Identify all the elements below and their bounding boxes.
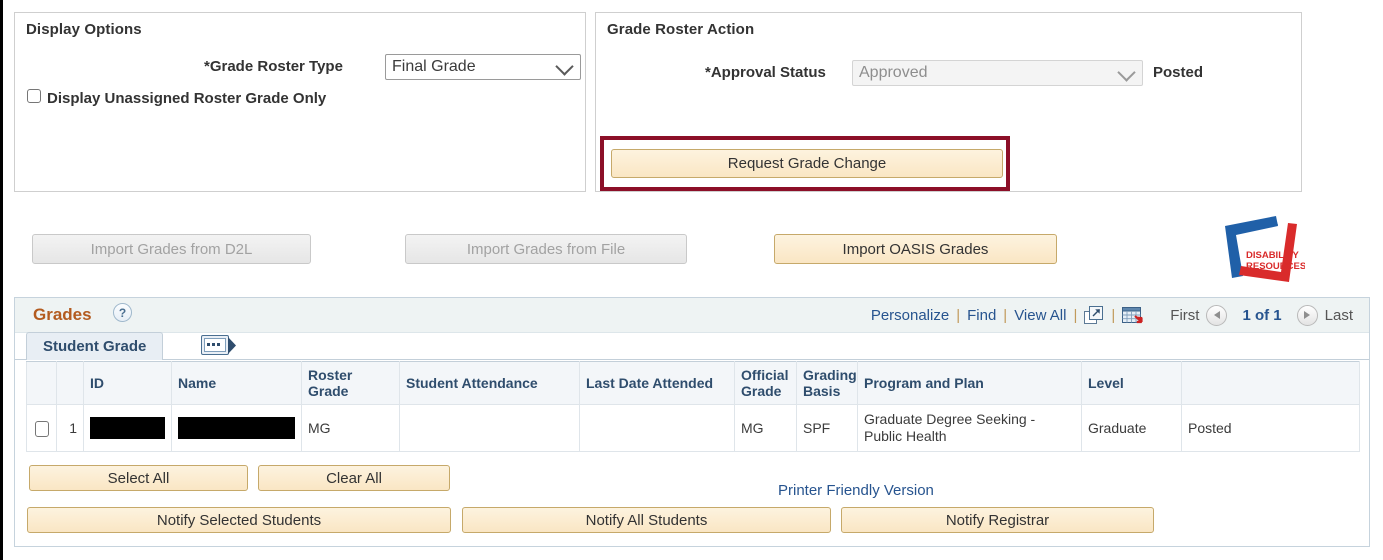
printer-friendly-version-link[interactable]: Printer Friendly Version (778, 482, 934, 499)
show-next-tab-icon[interactable] (201, 335, 237, 356)
first-label[interactable]: First (1170, 307, 1199, 324)
link-separator: | (1073, 306, 1078, 324)
approval-status-select[interactable]: Approved (852, 60, 1143, 86)
row-official-grade: MG (734, 404, 797, 452)
col-select (26, 360, 57, 406)
grades-panel-header: Grades Personalize | Find | View All | | (15, 298, 1369, 333)
display-options-title: Display Options (26, 21, 142, 38)
row-program-and-plan: Graduate Degree Seeking - Public Health (857, 404, 1082, 452)
row-name (171, 404, 302, 452)
approval-status-label: *Approval Status (705, 64, 826, 81)
row-status: Posted (1181, 404, 1360, 452)
import-grades-d2l-button[interactable]: Import Grades from D2L (32, 234, 311, 264)
page-count: 1 of 1 (1242, 306, 1282, 324)
import-grades-file-button[interactable]: Import Grades from File (405, 234, 687, 264)
col-official-grade: Official Grade (734, 360, 797, 406)
col-level: Level (1081, 360, 1182, 406)
import-oasis-grades-button[interactable]: Import OASIS Grades (774, 234, 1057, 264)
approval-status-select-control[interactable] (852, 60, 1143, 86)
link-separator: | (1003, 306, 1008, 324)
request-grade-change-button[interactable]: Request Grade Change (611, 149, 1003, 178)
col-program-and-plan: Program and Plan (857, 360, 1082, 406)
col-id: ID (83, 360, 172, 406)
row-grading-basis: SPF (796, 404, 858, 452)
row-last-date-attended (579, 404, 735, 452)
grade-roster-page: Display Options *Grade Roster Type Final… (3, 0, 1383, 560)
tab-student-grade[interactable]: Student Grade (26, 332, 164, 360)
logo-line1: DISABILITY (1246, 250, 1299, 261)
grades-tab-row: Student Grade (15, 332, 1369, 360)
personalize-link[interactable]: Personalize (871, 307, 949, 324)
table-row: 1 MG MG SPF Graduate Degree Seeking - Pu… (26, 404, 1360, 452)
grade-roster-type-select-control[interactable] (385, 54, 581, 80)
col-name: Name (171, 360, 302, 406)
row-index: 1 (56, 404, 84, 452)
notify-all-students-button[interactable]: Notify All Students (462, 507, 831, 533)
col-roster-grade: Roster Grade (301, 360, 400, 406)
clear-all-button[interactable]: Clear All (258, 465, 450, 491)
grade-roster-type-select[interactable]: Final Grade (385, 54, 581, 80)
grade-roster-type-label: *Grade Roster Type (204, 58, 343, 75)
row-student-attendance (399, 404, 580, 452)
col-last-date-attended: Last Date Attended (579, 360, 735, 406)
next-page-icon[interactable] (1296, 304, 1318, 326)
col-grading-basis: Grading Basis (796, 360, 858, 406)
grid-pagination: First 1 of 1 Last (1170, 304, 1353, 326)
row-level: Graduate (1081, 404, 1182, 452)
col-student-attendance: Student Attendance (399, 360, 580, 406)
notify-registrar-button[interactable]: Notify Registrar (841, 507, 1154, 533)
display-unassigned-checkbox[interactable] (27, 89, 41, 103)
zoom-expand-icon[interactable] (1084, 305, 1104, 325)
previous-page-icon[interactable] (1206, 304, 1228, 326)
download-spreadsheet-icon[interactable] (1122, 306, 1143, 325)
find-link[interactable]: Find (967, 307, 996, 324)
grade-roster-action-title: Grade Roster Action (607, 21, 755, 38)
notify-selected-students-button[interactable]: Notify Selected Students (27, 507, 451, 533)
grades-header-links: Personalize | Find | View All | | First … (866, 298, 1369, 332)
row-select-checkbox[interactable] (34, 420, 49, 437)
link-separator: | (956, 306, 961, 324)
posted-status-label: Posted (1153, 64, 1204, 81)
redacted-name-bar (178, 416, 295, 439)
logo-line2: RESOURCES (1246, 261, 1305, 272)
view-all-link[interactable]: View All (1014, 307, 1066, 324)
grades-table: ID Name Roster Grade Student Attendance … (26, 360, 1360, 452)
last-label[interactable]: Last (1325, 307, 1353, 324)
display-unassigned-label: Display Unassigned Roster Grade Only (47, 90, 327, 107)
select-all-button[interactable]: Select All (29, 465, 248, 491)
disability-resources-logo: DISABILITY RESOURCES (1225, 216, 1305, 282)
help-icon[interactable]: ? (113, 303, 132, 322)
row-select-cell[interactable] (26, 404, 57, 452)
row-id (83, 404, 172, 452)
redacted-id-bar (90, 416, 165, 439)
tab-student-grade-label: Student Grade (43, 338, 147, 355)
grades-title: Grades (33, 305, 92, 324)
col-status (1181, 360, 1360, 406)
col-index (56, 360, 84, 406)
link-separator: | (1111, 306, 1116, 324)
row-roster-grade: MG (301, 404, 400, 452)
table-header-row: ID Name Roster Grade Student Attendance … (26, 360, 1360, 406)
